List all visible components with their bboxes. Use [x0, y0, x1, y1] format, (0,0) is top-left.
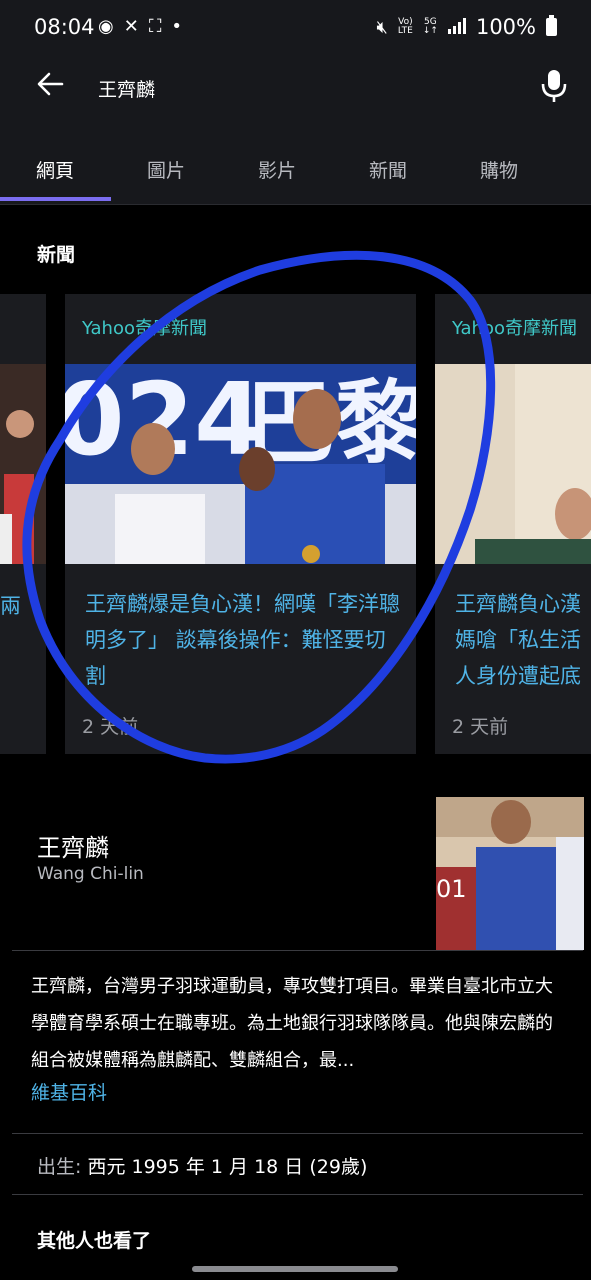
search-query[interactable]: 王齊麟	[98, 75, 155, 102]
entity-image[interactable]: 01	[436, 797, 584, 950]
entity-subtitle: Wang Chi-lin	[37, 864, 144, 884]
microphone-icon[interactable]	[540, 68, 568, 104]
tab-shopping[interactable]: 購物	[480, 156, 518, 183]
system-indicators: 🔇︎ Vo) LTE 5G ↓↑ 100%	[377, 15, 557, 39]
more-dot-icon: •	[171, 16, 183, 37]
messenger-icon: ◉	[98, 16, 114, 37]
tab-web[interactable]: 網頁	[36, 156, 74, 183]
svg-text:01: 01	[436, 875, 467, 903]
divider	[12, 950, 583, 951]
mute-icon: 🔇︎	[376, 16, 388, 38]
divider	[12, 1194, 583, 1195]
birth-info: 出生: 西元 1995 年 1 月 18 日 (29歲)	[37, 1156, 368, 1178]
back-arrow-icon[interactable]	[36, 70, 64, 98]
news-card-image	[0, 364, 46, 564]
status-bar: 08:04 ◉ ✕ ⛶ • 🔇︎ Vo) LTE 5G ↓↑ 100%	[0, 0, 591, 56]
wikipedia-link[interactable]: 維基百科	[31, 1078, 107, 1105]
news-card-title[interactable]: 王齊麟負心漢媽嗆「私生活人身份遭起底	[455, 586, 591, 694]
people-also-viewed-title: 其他人也看了	[37, 1230, 152, 1252]
active-tab-indicator	[0, 197, 111, 201]
tab-news[interactable]: 新聞	[369, 156, 407, 183]
x-app-icon: ✕	[123, 16, 139, 37]
news-card-next[interactable]: Yahoo奇摩新聞 王齊麟負心漢媽嗆「私生活人身份遭起底 2 天前	[435, 294, 591, 754]
news-card-source: Yahoo奇摩新聞	[452, 318, 577, 339]
news-card-time: 2 天前	[82, 716, 139, 738]
entity-description: 王齊麟，台灣男子羽球運動員，專攻雙打項目。畢業自臺北市立大學體育學系碩士在職專班…	[31, 976, 553, 1071]
signal-icon	[447, 15, 466, 39]
tab-videos[interactable]: 影片	[258, 156, 296, 183]
entity-title: 王齊麟	[37, 834, 109, 862]
news-card-image: 024 巴黎	[65, 364, 416, 564]
news-card-previous[interactable]: 兩	[0, 294, 46, 754]
search-tabs: 網頁 圖片 影片 新聞 購物	[0, 120, 591, 205]
notification-icons: ◉ ✕ ⛶ •	[98, 16, 182, 37]
screenshot-icon: ⛶	[148, 16, 162, 37]
battery-icon	[546, 15, 557, 36]
tab-images[interactable]: 圖片	[147, 156, 185, 183]
battery-percent: 100%	[475, 15, 536, 39]
news-card-title: 兩	[0, 594, 21, 618]
news-card-image	[435, 364, 591, 564]
divider	[12, 1133, 583, 1134]
status-time: 08:04	[34, 15, 95, 39]
5g-indicator: 5G ↓↑	[422, 17, 438, 36]
home-indicator[interactable]	[192, 1266, 398, 1272]
search-bar: 王齊麟	[0, 56, 591, 120]
news-card[interactable]: Yahoo奇摩新聞 024 巴黎 王齊麟爆是負心漢！網嘆「李洋聰明多了」 談幕後…	[65, 294, 416, 754]
news-section-title: 新聞	[37, 244, 76, 266]
volte-indicator: Vo) LTE	[397, 17, 413, 36]
news-card-time: 2 天前	[452, 716, 509, 738]
news-card-source: Yahoo奇摩新聞	[82, 318, 207, 339]
news-card-title[interactable]: 王齊麟爆是負心漢！網嘆「李洋聰明多了」 談幕後操作：難怪要切割	[85, 586, 405, 694]
